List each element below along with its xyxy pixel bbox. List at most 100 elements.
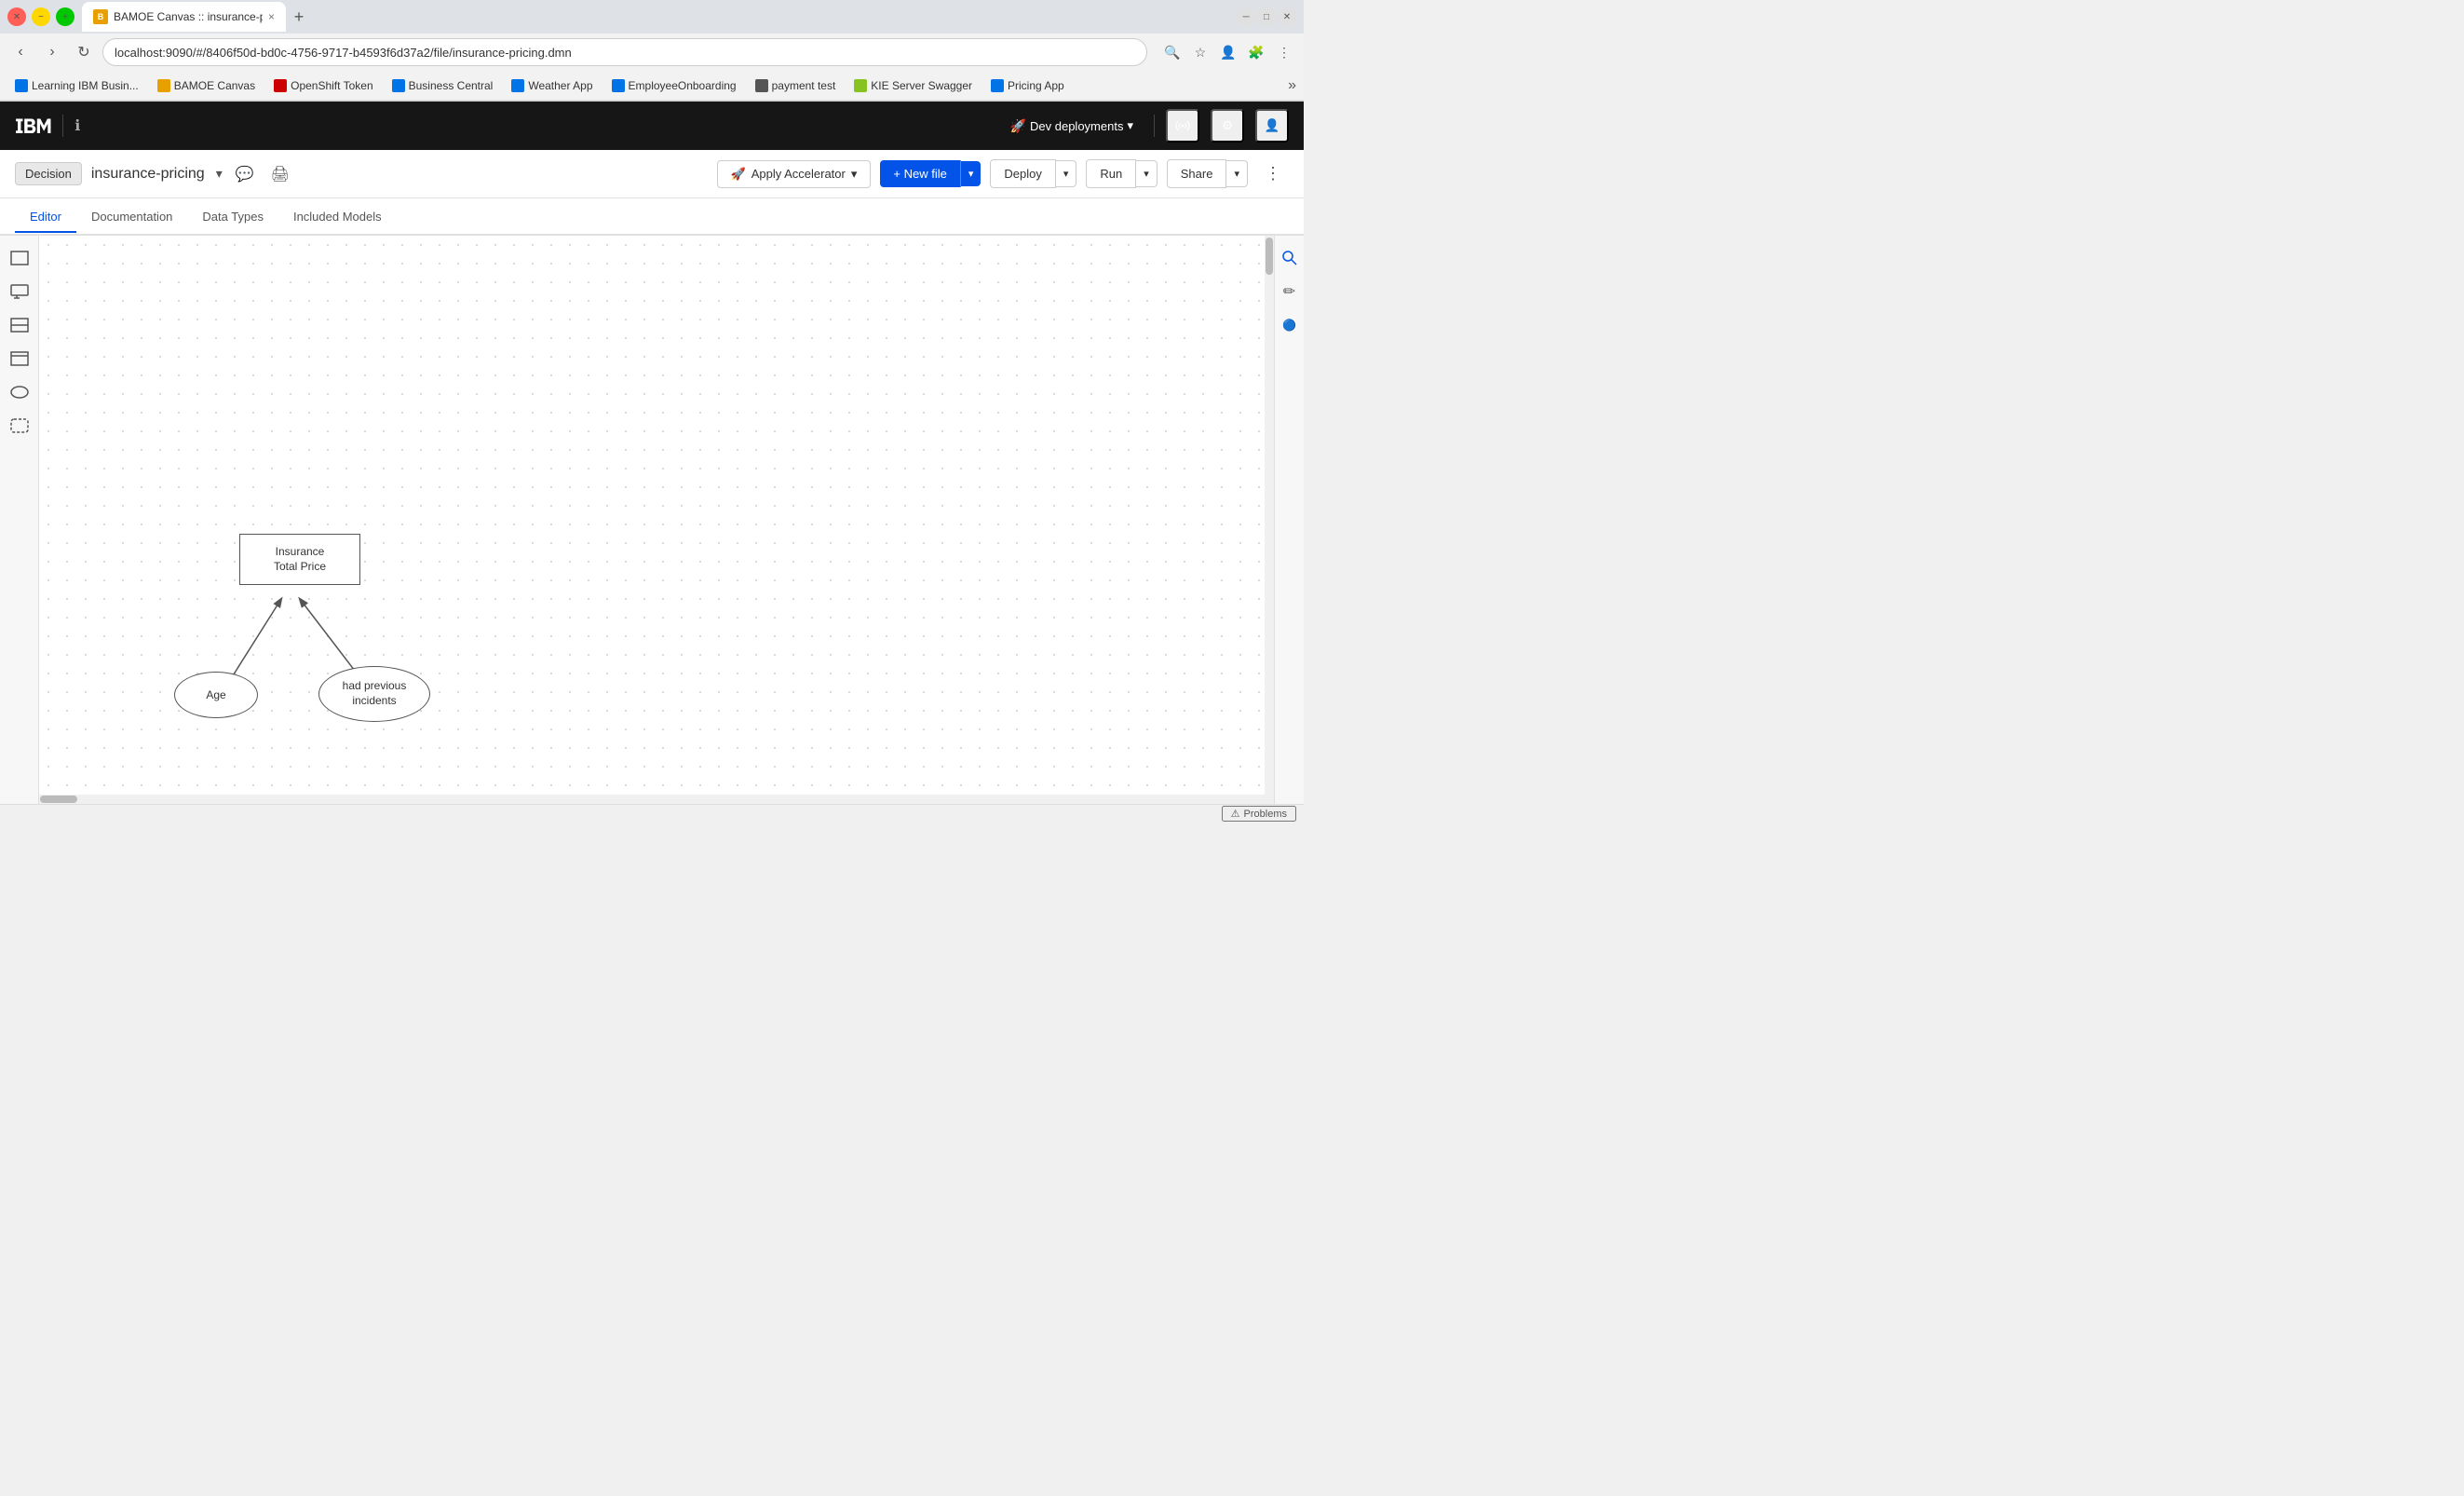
input-incidents-label: had previous incidents bbox=[343, 679, 407, 708]
bookmark-business-label: Business Central bbox=[409, 79, 494, 92]
browser-tab-active[interactable]: B BAMOE Canvas :: insurance-pri... × bbox=[82, 2, 286, 32]
tab-documentation[interactable]: Documentation bbox=[76, 202, 187, 233]
share-caret-button[interactable]: ▾ bbox=[1226, 160, 1248, 187]
tab-title: BAMOE Canvas :: insurance-pri... bbox=[114, 10, 263, 23]
tab-datatypes[interactable]: Data Types bbox=[187, 202, 278, 233]
kebab-menu-button[interactable]: ⋮ bbox=[1257, 160, 1289, 187]
bookmark-weather-favicon bbox=[511, 79, 524, 92]
print-icon-button[interactable]: 🖨 bbox=[267, 161, 293, 187]
run-button[interactable]: Run bbox=[1086, 159, 1136, 188]
win-close-os[interactable]: ✕ bbox=[1278, 7, 1296, 26]
user-icon-button[interactable]: 👤 bbox=[1255, 109, 1289, 143]
dev-deployments-button[interactable]: 🚀 Dev deployments ▾ bbox=[1001, 113, 1143, 140]
comment-icon-button[interactable]: 💬 bbox=[232, 161, 258, 187]
broadcast-icon bbox=[1174, 117, 1191, 134]
settings-icon-button[interactable]: ⚙ bbox=[1211, 109, 1244, 143]
bookmark-kie[interactable]: KIE Server Swagger bbox=[846, 77, 980, 94]
input-node-age[interactable]: Age bbox=[174, 672, 258, 718]
bookmark-bamoe[interactable]: BAMOE Canvas bbox=[150, 77, 263, 94]
vertical-scrollbar-thumb bbox=[1266, 238, 1273, 275]
window-action-buttons: ─ □ ✕ bbox=[1237, 7, 1296, 26]
decision-node-insurance-total-price[interactable]: Insurance Total Price bbox=[239, 534, 360, 585]
new-file-caret-button[interactable]: ▾ bbox=[961, 161, 982, 186]
panel-shape-ds-icon[interactable] bbox=[5, 344, 34, 374]
win-minimize-os[interactable]: ─ bbox=[1237, 7, 1255, 26]
apply-accelerator-button[interactable]: 🚀 Apply Accelerator ▾ bbox=[717, 160, 872, 188]
horizontal-scrollbar[interactable] bbox=[39, 795, 1265, 804]
tab-editor[interactable]: Editor bbox=[15, 202, 76, 233]
vertical-scrollbar[interactable] bbox=[1265, 236, 1274, 804]
panel-shape-group-icon[interactable] bbox=[5, 411, 34, 441]
new-file-split-button: + New file ▾ bbox=[880, 160, 981, 187]
deploy-caret-button[interactable]: ▾ bbox=[1056, 160, 1077, 187]
window-close-button[interactable]: ✕ bbox=[7, 7, 26, 26]
dev-deployments-caret: ▾ bbox=[1127, 118, 1133, 133]
dmn-diagram-svg bbox=[39, 236, 1274, 804]
info-icon[interactable]: ℹ bbox=[74, 116, 80, 135]
bookmarks-more-button[interactable]: » bbox=[1288, 77, 1296, 94]
share-button[interactable]: Share bbox=[1167, 159, 1227, 188]
dev-deployments-label: Dev deployments bbox=[1030, 119, 1123, 133]
problems-button[interactable]: ⚠ Problems bbox=[1222, 806, 1296, 822]
tab-favicon: B bbox=[93, 9, 108, 24]
back-button[interactable]: ‹ bbox=[7, 39, 34, 65]
main-area: Insurance Total Price Age had previous i… bbox=[0, 236, 1304, 804]
bookmark-employee-favicon bbox=[612, 79, 625, 92]
bookmark-employee-label: EmployeeOnboarding bbox=[629, 79, 737, 92]
bookmark-payment[interactable]: payment test bbox=[748, 77, 844, 94]
panel-shape-input-icon[interactable] bbox=[5, 377, 34, 407]
input-node-incidents[interactable]: had previous incidents bbox=[318, 666, 430, 722]
decision-node-label: Insurance Total Price bbox=[274, 545, 326, 574]
bookmark-openshift-label: OpenShift Token bbox=[291, 79, 373, 92]
bookmark-business[interactable]: Business Central bbox=[385, 77, 501, 94]
deploy-split-button: Deploy ▾ bbox=[990, 159, 1076, 188]
address-text: localhost:9090/#/8406f50d-bd0c-4756-9717… bbox=[115, 46, 572, 60]
file-name-dropdown-button[interactable]: ▾ bbox=[216, 166, 223, 182]
bookmark-employee[interactable]: EmployeeOnboarding bbox=[604, 77, 744, 94]
accelerator-label: Apply Accelerator bbox=[751, 167, 846, 181]
bookmark-openshift[interactable]: OpenShift Token bbox=[266, 77, 381, 94]
panel-shape-decision-icon[interactable] bbox=[5, 243, 34, 273]
right-panel-search-icon[interactable] bbox=[1275, 243, 1305, 273]
run-caret-button[interactable]: ▾ bbox=[1136, 160, 1158, 187]
problems-label: Problems bbox=[1244, 809, 1287, 820]
bookmark-payment-favicon bbox=[755, 79, 768, 92]
bookmark-payment-label: payment test bbox=[772, 79, 836, 92]
ibm-logo: IBM bbox=[15, 113, 51, 140]
new-file-button[interactable]: + New file bbox=[880, 160, 960, 187]
panel-shape-bkm-icon[interactable] bbox=[5, 310, 34, 340]
menu-icon-button[interactable]: ⋮ bbox=[1272, 40, 1296, 64]
win-maximize-os[interactable]: □ bbox=[1257, 7, 1276, 26]
bookmark-icon-button[interactable]: ☆ bbox=[1188, 40, 1212, 64]
broadcast-icon-button[interactable] bbox=[1166, 109, 1199, 143]
bookmark-pricing-favicon bbox=[991, 79, 1004, 92]
profile-icon-button[interactable]: 👤 bbox=[1216, 40, 1240, 64]
bookmark-weather[interactable]: Weather App bbox=[504, 77, 600, 94]
bookmark-pricing[interactable]: Pricing App bbox=[983, 77, 1072, 94]
app-header: IBM ℹ 🚀 Dev deployments ▾ ⚙ 👤 bbox=[0, 102, 1304, 150]
right-panel-edit-icon[interactable]: ✏ bbox=[1275, 277, 1305, 306]
window-maximize-button[interactable]: + bbox=[56, 7, 74, 26]
left-panel bbox=[0, 236, 39, 804]
tab-close-button[interactable]: × bbox=[268, 10, 275, 23]
new-tab-button[interactable]: + bbox=[286, 4, 312, 30]
canvas[interactable]: Insurance Total Price Age had previous i… bbox=[39, 236, 1274, 804]
bookmark-business-favicon bbox=[392, 79, 405, 92]
header-divider-2 bbox=[1154, 115, 1155, 137]
bookmark-learning[interactable]: Learning IBM Busin... bbox=[7, 77, 146, 94]
search-icon-button[interactable]: 🔍 bbox=[1160, 40, 1185, 64]
forward-button[interactable]: › bbox=[39, 39, 65, 65]
file-name: insurance-pricing bbox=[91, 166, 205, 183]
right-panel-info-icon[interactable]: 🔵 bbox=[1275, 310, 1305, 340]
bookmark-openshift-favicon bbox=[274, 79, 287, 92]
address-field[interactable]: localhost:9090/#/8406f50d-bd0c-4756-9717… bbox=[102, 38, 1147, 66]
window-minimize-button[interactable]: − bbox=[32, 7, 50, 26]
deploy-button[interactable]: Deploy bbox=[990, 159, 1055, 188]
accelerator-caret: ▾ bbox=[851, 167, 858, 182]
tab-included-models[interactable]: Included Models bbox=[278, 202, 397, 233]
refresh-button[interactable]: ↻ bbox=[71, 39, 97, 65]
browser-chrome: ✕ − + B BAMOE Canvas :: insurance-pri...… bbox=[0, 0, 1304, 102]
panel-shape-comment-icon[interactable] bbox=[5, 277, 34, 306]
share-split-button: Share ▾ bbox=[1167, 159, 1248, 188]
extensions-icon-button[interactable]: 🧩 bbox=[1244, 40, 1268, 64]
